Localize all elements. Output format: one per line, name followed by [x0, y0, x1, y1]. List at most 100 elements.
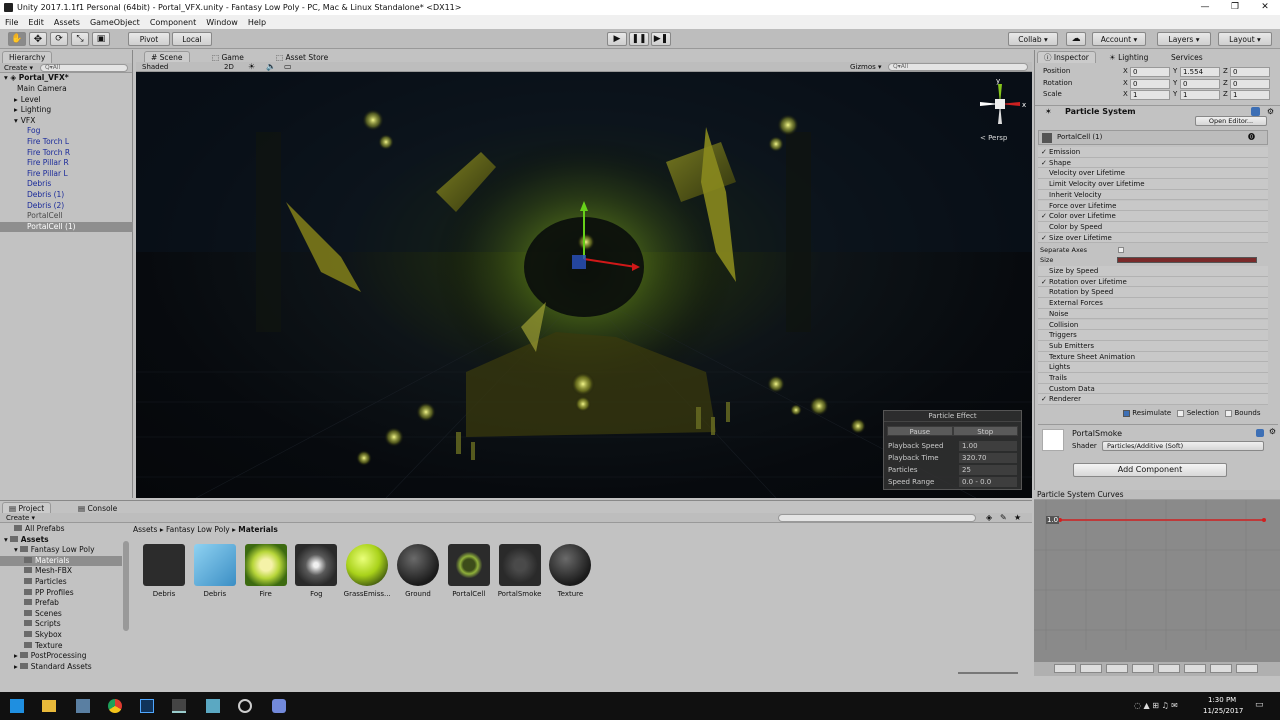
app-icon-3[interactable]	[238, 699, 252, 713]
transform-z-field[interactable]: 0	[1230, 67, 1270, 77]
module-row[interactable]: Force over Lifetime	[1038, 200, 1268, 212]
module-row[interactable]: ✓ Renderer	[1038, 394, 1268, 406]
play-button[interactable]: ▶	[607, 32, 627, 46]
app-icon[interactable]	[76, 699, 90, 713]
tab-inspector[interactable]: ⓘ Inspector	[1037, 51, 1096, 63]
pause-button[interactable]: ❚❚	[629, 32, 649, 46]
preset-ease-in-icon[interactable]	[1132, 664, 1154, 673]
hierarchy-item[interactable]: Fog	[0, 126, 133, 137]
preset-linear-icon[interactable]	[1080, 664, 1102, 673]
module-row[interactable]: Trails	[1038, 373, 1268, 384]
hierarchy-search-input[interactable]: Q▾All	[40, 64, 128, 72]
hierarchy-item[interactable]: ▸ Lighting	[0, 105, 133, 116]
scene-viewport[interactable]: y x < Persp Particle Effect Pause Stop P…	[136, 72, 1032, 498]
preset-ease-inout-icon[interactable]	[1184, 664, 1206, 673]
hierarchy-item[interactable]: Fire Torch R	[0, 148, 133, 159]
asset-item[interactable]: PortalCell	[444, 544, 494, 598]
close-button[interactable]: ✕	[1250, 0, 1280, 15]
filter-type-icon[interactable]: ◈	[986, 513, 992, 523]
preset-linear-down-icon[interactable]	[1106, 664, 1128, 673]
step-button[interactable]: ▶❚	[651, 32, 671, 46]
particle-stop-button[interactable]: Stop	[952, 426, 1018, 436]
add-component-button[interactable]: Add Component	[1073, 463, 1227, 477]
expand-arrow-icon[interactable]: ▸	[14, 662, 18, 671]
hierarchy-item[interactable]: ▸ Level	[0, 95, 133, 106]
asset-item[interactable]: Ground	[393, 544, 443, 598]
menu-component[interactable]: Component	[145, 18, 201, 27]
resimulate-checkbox[interactable]	[1123, 409, 1130, 417]
transform-x-field[interactable]: 0	[1130, 78, 1170, 89]
particle-effect-row-value[interactable]: 320.70	[959, 453, 1017, 463]
particle-effect-row-value[interactable]: 25	[959, 465, 1017, 475]
module-row[interactable]: Rotation by Speed	[1038, 287, 1268, 299]
preset-curve-down-icon[interactable]	[1236, 664, 1258, 673]
transform-y-field[interactable]: 0	[1180, 78, 1220, 89]
transform-z-field[interactable]: 1	[1230, 90, 1270, 100]
asset-item[interactable]: Fog	[291, 544, 341, 598]
asset-item[interactable]: Debris	[139, 544, 189, 598]
module-row[interactable]: ✓ Rotation over Lifetime	[1038, 276, 1268, 288]
checkbox-checked-icon[interactable]: ✓	[1041, 211, 1049, 222]
maximize-button[interactable]: ❐	[1220, 0, 1250, 15]
settings-gear-icon[interactable]: ⚙	[1267, 106, 1274, 118]
expand-arrow-icon[interactable]: ▾	[4, 535, 8, 544]
tab-hierarchy[interactable]: Hierarchy	[2, 51, 53, 63]
asset-item[interactable]: PortalSmoke	[495, 544, 545, 598]
project-folder-item[interactable]: Particles	[0, 577, 122, 588]
settings-gear-icon-2[interactable]: ⚙	[1269, 427, 1276, 436]
project-folder-item[interactable]: All Prefabs	[0, 524, 122, 535]
hierarchy-item[interactable]: PortalCell (1)	[0, 221, 133, 233]
particle-effect-row-value[interactable]: 1.00	[959, 441, 1017, 451]
expand-arrow-icon[interactable]: ▸	[14, 651, 18, 660]
transform-y-field[interactable]: 1.554	[1180, 67, 1220, 77]
scale-tool-button[interactable]: ⤡	[71, 32, 89, 46]
expand-arrow-icon[interactable]: ▸	[14, 105, 18, 114]
menu-window[interactable]: Window	[201, 18, 243, 27]
hierarchy-item[interactable]: ▾ VFX	[0, 116, 133, 127]
module-row[interactable]: Collision	[1038, 319, 1268, 331]
size-curve-field[interactable]	[1117, 257, 1257, 263]
transform-x-field[interactable]: 1	[1130, 90, 1170, 100]
rotate-tool-button[interactable]: ⟳	[50, 32, 68, 46]
checkbox-checked-icon[interactable]: ✓	[1041, 277, 1049, 288]
scene-root[interactable]: ▾ ◈ Portal_VFX*	[0, 73, 133, 84]
project-folder-item[interactable]: Scripts	[0, 619, 122, 630]
module-row[interactable]: Custom Data	[1038, 383, 1268, 395]
2d-toggle[interactable]: 2D	[224, 62, 234, 72]
module-row[interactable]: Noise	[1038, 308, 1268, 320]
hierarchy-item[interactable]: Debris (1)	[0, 190, 133, 201]
filter-label-icon[interactable]: ✎	[1000, 513, 1007, 523]
menu-help[interactable]: Help	[243, 18, 271, 27]
asset-item[interactable]: Fire	[241, 544, 291, 598]
module-row[interactable]: Velocity over Lifetime	[1038, 168, 1268, 180]
module-row[interactable]: Limit Velocity over Lifetime	[1038, 179, 1268, 190]
project-folder-item[interactable]: ▸ PostProcessing	[0, 651, 122, 662]
photoshop-icon[interactable]	[140, 699, 154, 713]
open-editor-button[interactable]: Open Editor...	[1195, 116, 1267, 126]
project-tree-scrollbar[interactable]	[123, 541, 129, 631]
checkbox-checked-icon[interactable]: ✓	[1041, 233, 1049, 244]
asset-item[interactable]: GrassEmiss...	[342, 544, 392, 598]
module-row[interactable]: Color by Speed	[1038, 221, 1268, 233]
module-row[interactable]: Lights	[1038, 362, 1268, 373]
local-toggle[interactable]: Local	[172, 32, 212, 46]
module-row[interactable]: Sub Emitters	[1038, 340, 1268, 352]
minimize-button[interactable]: —	[1190, 0, 1220, 15]
curves-graph[interactable]: 1.0	[1034, 500, 1280, 665]
module-row[interactable]: External Forces	[1038, 298, 1268, 309]
help-icon[interactable]	[1251, 107, 1260, 116]
expand-arrow-icon[interactable]: ▾	[14, 545, 18, 554]
module-row[interactable]: ✓ Shape	[1038, 157, 1268, 169]
project-search-input[interactable]	[778, 514, 976, 522]
hierarchy-item[interactable]: Fire Pillar L	[0, 169, 133, 180]
hierarchy-item[interactable]: Fire Torch L	[0, 137, 133, 148]
project-folder-item[interactable]: ▸ Standard Assets	[0, 662, 122, 673]
menu-gameobject[interactable]: GameObject	[85, 18, 145, 27]
unity-icon[interactable]	[172, 699, 186, 713]
project-folder-item[interactable]: PP Profiles	[0, 588, 122, 599]
transform-z-field[interactable]: 0	[1230, 78, 1270, 89]
menu-assets[interactable]: Assets	[49, 18, 85, 27]
help-icon-2[interactable]	[1256, 429, 1264, 437]
project-folder-item[interactable]: Texture	[0, 641, 122, 652]
module-row[interactable]: Texture Sheet Animation	[1038, 351, 1268, 363]
